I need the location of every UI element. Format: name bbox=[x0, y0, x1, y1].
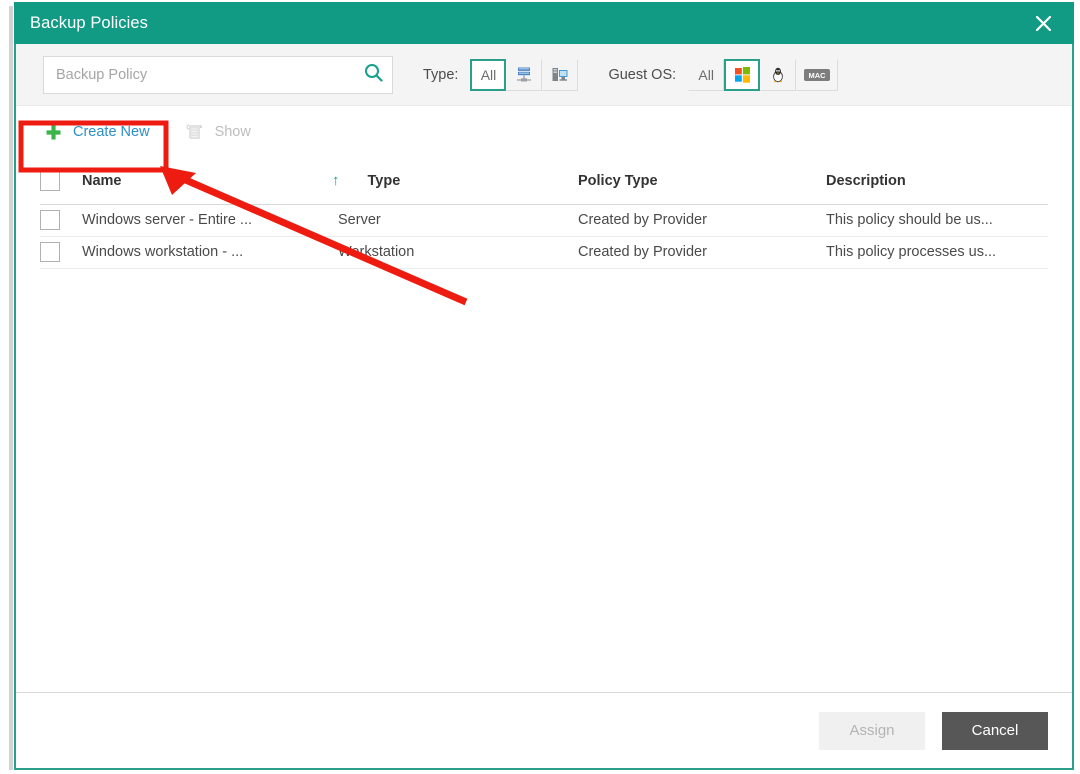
guest-os-filter-group: All MAC bbox=[688, 58, 839, 91]
svg-text:MAC: MAC bbox=[809, 71, 827, 80]
page-title: Backup Policies bbox=[30, 13, 148, 32]
table-row[interactable]: Windows server - Entire ... Server Creat… bbox=[40, 204, 1048, 237]
cell-name: Windows workstation - ... bbox=[82, 236, 338, 269]
plus-icon bbox=[42, 124, 64, 141]
column-header-type[interactable]: ↑ Type bbox=[332, 158, 578, 205]
dialog-titlebar: Backup Policies bbox=[14, 2, 1074, 44]
row-checkbox[interactable] bbox=[40, 242, 60, 262]
type-filter-workstation[interactable] bbox=[542, 58, 579, 91]
search-input[interactable] bbox=[43, 55, 393, 94]
show-button[interactable]: Show bbox=[184, 123, 251, 141]
windows-icon bbox=[733, 65, 752, 84]
select-all-header bbox=[40, 158, 82, 205]
column-header-name[interactable]: Name bbox=[82, 158, 338, 205]
backup-policies-dialog: Backup Policies Type: bbox=[14, 2, 1074, 770]
column-header-name-label: Name bbox=[82, 172, 122, 189]
arrow-up-icon: ↑ bbox=[332, 172, 340, 190]
guest-os-filter-all-label: All bbox=[698, 66, 714, 83]
guest-os-filter-label: Guest OS: bbox=[608, 66, 677, 83]
cancel-button[interactable]: Cancel bbox=[942, 711, 1048, 750]
table-header-row: Name ↑ Type Policy Type Description bbox=[40, 158, 1048, 205]
type-filter-group: All bbox=[470, 58, 579, 91]
close-icon[interactable] bbox=[1024, 2, 1062, 44]
guest-os-filter-mac[interactable]: MAC bbox=[796, 58, 839, 91]
guest-os-filter-linux[interactable] bbox=[760, 58, 797, 91]
type-filter-all-label: All bbox=[480, 66, 497, 83]
linux-icon bbox=[769, 66, 787, 84]
create-new-label: Create New bbox=[73, 124, 150, 140]
policies-table: Name ↑ Type Policy Type Description Wind… bbox=[40, 158, 1048, 269]
cell-policy-type: Created by Provider bbox=[578, 204, 826, 237]
column-header-policy-type-label: Policy Type bbox=[578, 172, 658, 189]
select-all-checkbox[interactable] bbox=[40, 170, 60, 191]
scroll-icon bbox=[184, 123, 206, 141]
screenshot-root: Backup Policies Type: bbox=[0, 0, 1080, 774]
server-icon bbox=[515, 66, 533, 84]
cell-type: Server bbox=[338, 204, 578, 237]
cell-description: This policy processes us... bbox=[826, 236, 1048, 269]
assign-button[interactable]: Assign bbox=[819, 711, 925, 750]
row-checkbox[interactable] bbox=[40, 210, 60, 230]
row-select-cell bbox=[40, 204, 82, 237]
type-filter-label: Type: bbox=[423, 66, 459, 83]
mac-icon: MAC bbox=[803, 66, 831, 84]
policies-table-area: Name ↑ Type Policy Type Description Wind… bbox=[16, 158, 1072, 692]
column-header-policy-type[interactable]: Policy Type bbox=[578, 158, 826, 205]
create-new-button[interactable]: Create New bbox=[42, 124, 150, 141]
column-header-description[interactable]: Description bbox=[826, 158, 1048, 205]
filter-toolbar: Type: All bbox=[16, 44, 1072, 106]
column-header-type-label: Type bbox=[367, 172, 401, 189]
dialog-shadow bbox=[9, 6, 13, 770]
action-toolbar: Create New Show bbox=[16, 106, 1072, 158]
cell-name: Windows server - Entire ... bbox=[82, 204, 338, 237]
column-header-description-label: Description bbox=[826, 172, 906, 189]
workstation-icon bbox=[551, 66, 569, 84]
type-filter-server[interactable] bbox=[506, 58, 543, 91]
cell-description: This policy should be us... bbox=[826, 204, 1048, 237]
guest-os-filter-windows[interactable] bbox=[724, 58, 761, 91]
cell-type: Workstation bbox=[338, 236, 578, 269]
table-row[interactable]: Windows workstation - ... Workstation Cr… bbox=[40, 236, 1048, 269]
show-label: Show bbox=[214, 124, 251, 140]
search-field-wrapper bbox=[43, 55, 393, 94]
dialog-footer: Assign Cancel bbox=[16, 692, 1072, 768]
guest-os-filter-all[interactable]: All bbox=[688, 58, 725, 91]
cell-policy-type: Created by Provider bbox=[578, 236, 826, 269]
type-filter-all[interactable]: All bbox=[470, 58, 507, 91]
row-select-cell bbox=[40, 236, 82, 269]
